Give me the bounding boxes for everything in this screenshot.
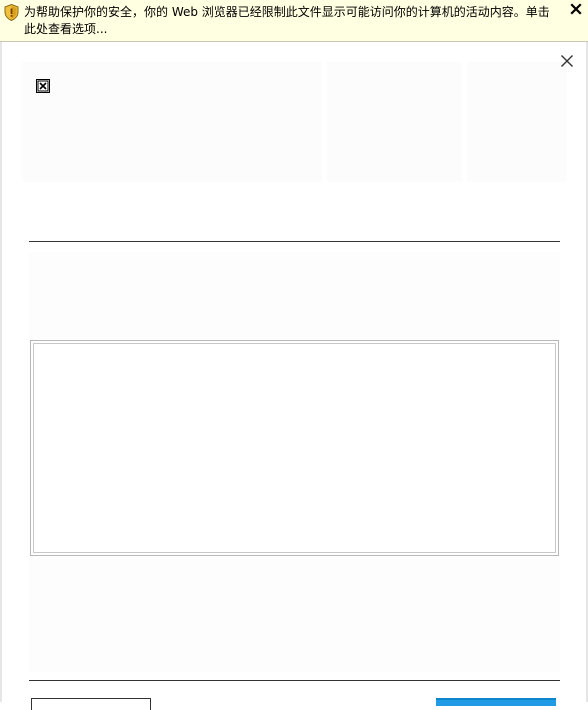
footer-divider xyxy=(29,680,560,681)
primary-button[interactable] xyxy=(436,698,556,706)
header-area-right xyxy=(467,62,567,182)
broken-image-icon xyxy=(36,79,50,93)
embedded-frame[interactable] xyxy=(30,340,559,556)
close-icon[interactable] xyxy=(560,54,574,68)
header-divider xyxy=(29,241,560,242)
shield-warning-icon xyxy=(4,4,19,21)
close-icon[interactable] xyxy=(570,3,582,15)
embedded-frame-inner xyxy=(33,343,556,553)
security-information-bar[interactable]: 为帮助保护你的安全，你的 Web 浏览器已经限制此文件显示可能访问你的计算机的活… xyxy=(0,0,588,42)
security-warning-message[interactable]: 为帮助保护你的安全，你的 Web 浏览器已经限制此文件显示可能访问你的计算机的活… xyxy=(24,4,560,38)
secondary-button[interactable] xyxy=(31,698,151,710)
header-area-middle xyxy=(327,62,462,182)
header-area xyxy=(22,62,322,182)
dialog-panel xyxy=(0,42,588,710)
